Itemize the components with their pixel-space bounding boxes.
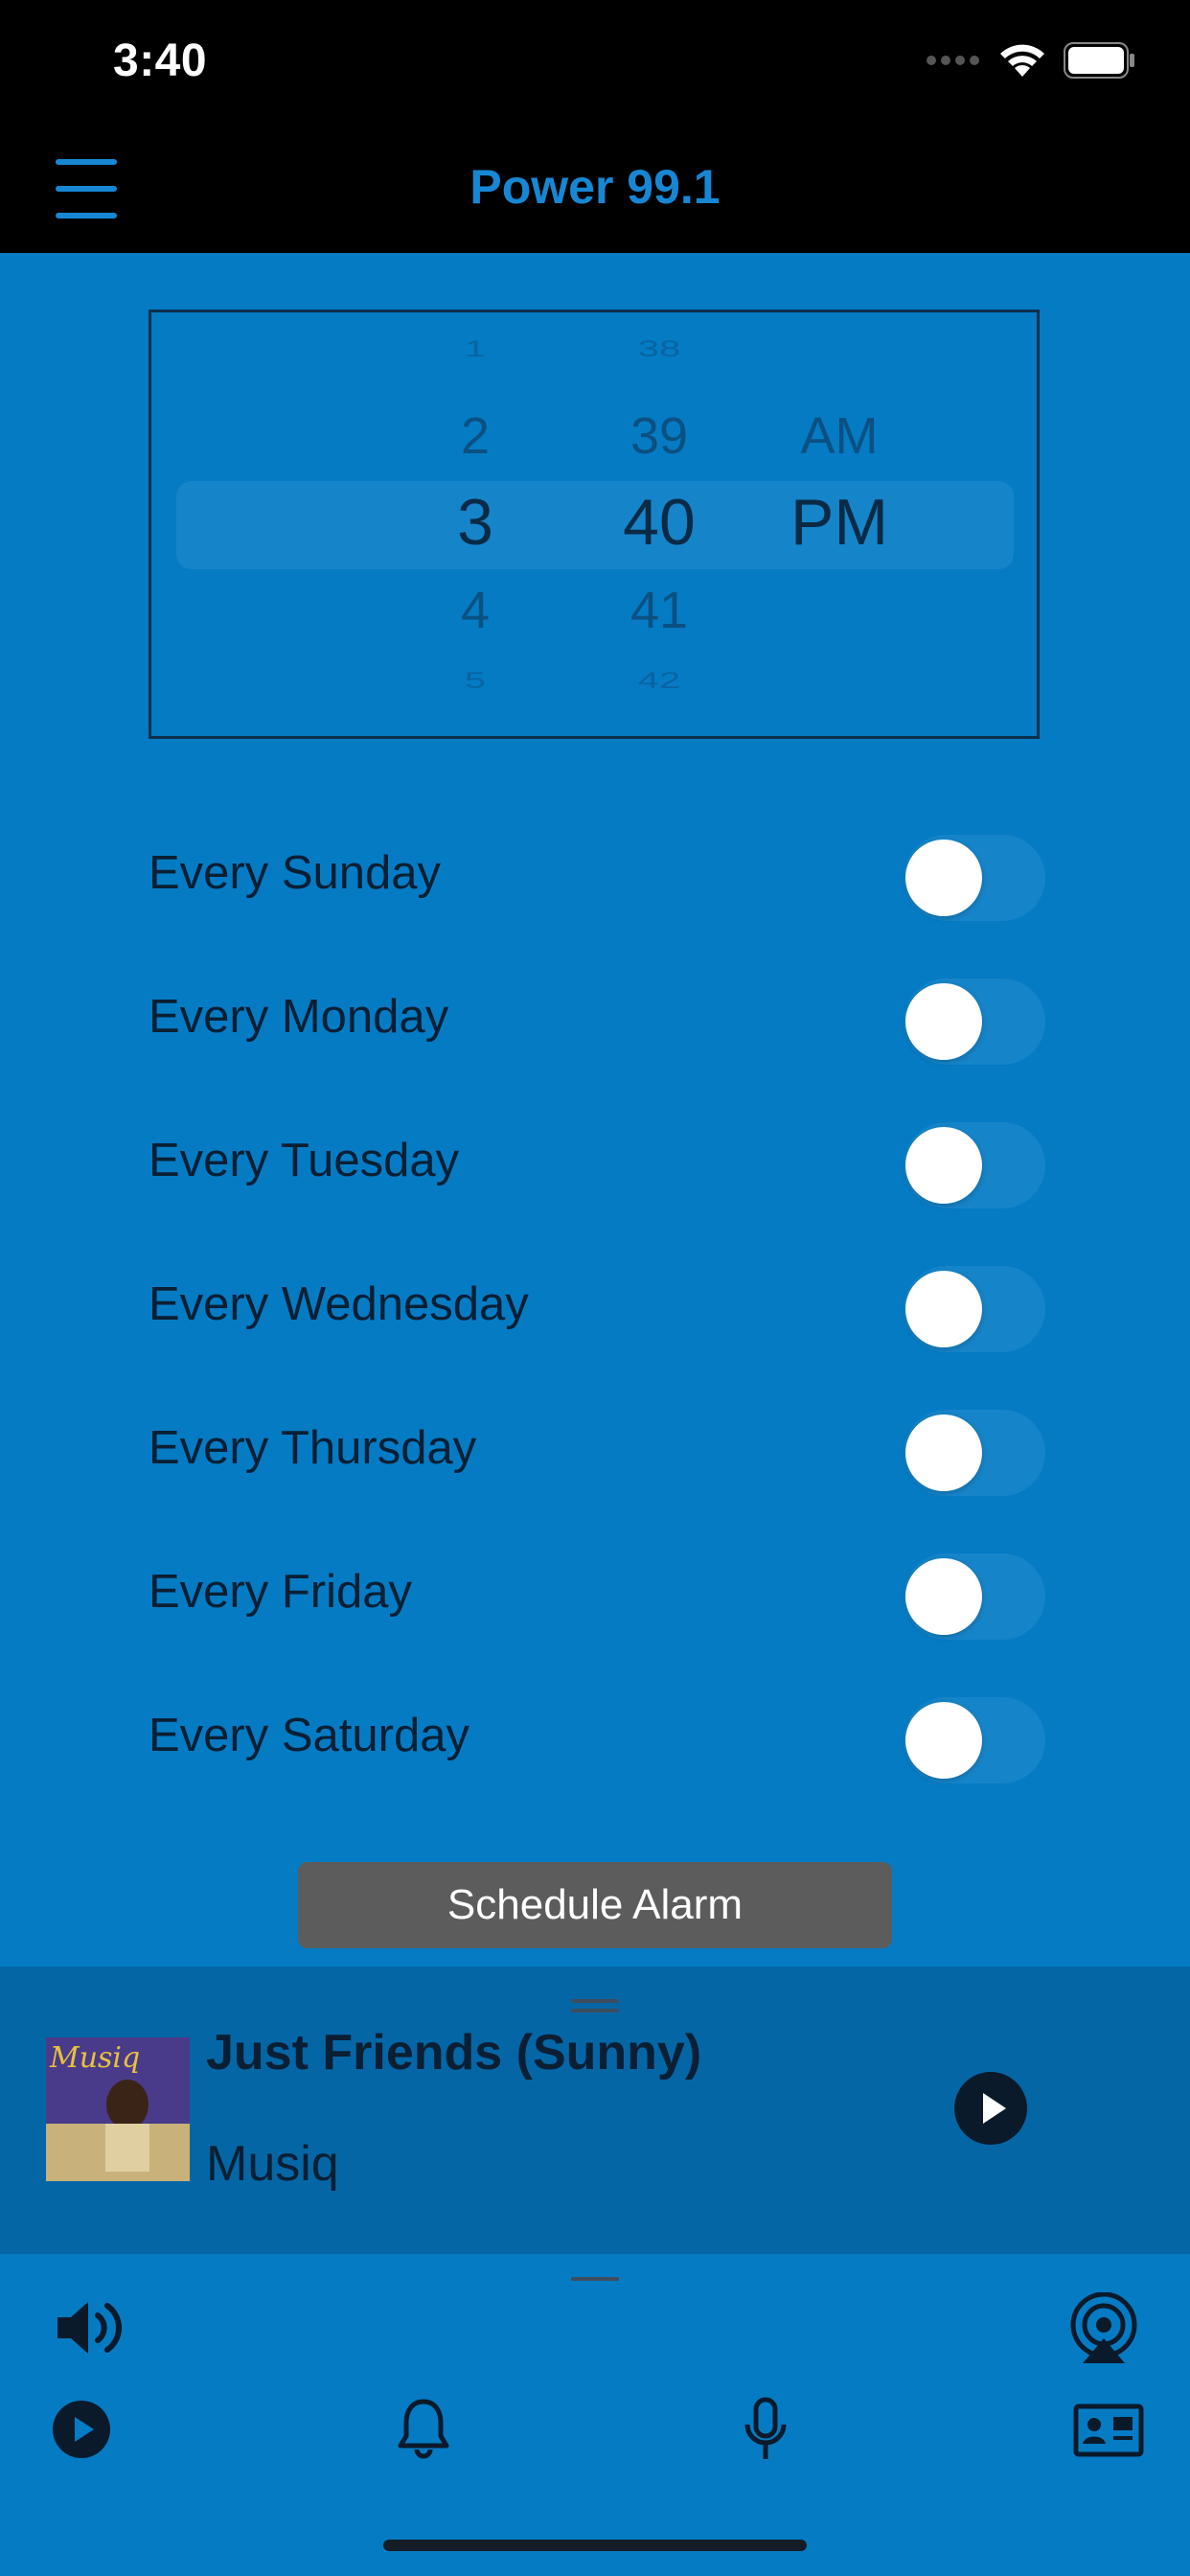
drag-handle-line — [571, 2009, 619, 2012]
repeat-row-saturday: Every Saturday — [149, 1684, 1049, 1783]
day-label: Every Monday — [149, 991, 449, 1043]
friday-toggle[interactable] — [904, 1553, 1045, 1640]
period-wheel[interactable]: AM PM — [763, 312, 916, 736]
status-bar: 3:40 — [0, 0, 1190, 134]
sunday-toggle[interactable] — [904, 835, 1045, 921]
toggle-knob — [905, 1558, 982, 1635]
wifi-icon — [1000, 44, 1044, 77]
status-icons — [926, 42, 1136, 79]
bottom-controls — [0, 2254, 1190, 2576]
day-label: Every Tuesday — [149, 1135, 460, 1186]
home-indicator[interactable] — [383, 2540, 807, 2551]
minute-option[interactable]: 42 — [583, 668, 736, 694]
schedule-alarm-button[interactable]: Schedule Alarm — [298, 1862, 892, 1948]
period-option[interactable]: AM — [763, 406, 916, 466]
repeat-row-sunday: Every Sunday — [149, 821, 1049, 921]
volume-icon — [57, 2302, 122, 2354]
day-label: Every Thursday — [149, 1422, 477, 1474]
minute-selected[interactable]: 40 — [583, 485, 736, 560]
hour-option[interactable]: 2 — [399, 406, 552, 466]
hour-option[interactable]: 5 — [399, 668, 552, 694]
repeat-row-wednesday: Every Wednesday — [149, 1253, 1049, 1352]
now-playing-bar[interactable]: Musiq Just Friends (Sunny) Musiq — [0, 1966, 1190, 2254]
saturday-toggle[interactable] — [904, 1697, 1045, 1783]
minute-wheel[interactable]: 38 39 40 41 42 — [583, 312, 736, 736]
album-art-text: Musiq — [50, 2041, 141, 2075]
repeat-row-friday: Every Friday — [149, 1540, 1049, 1640]
minute-option[interactable]: 39 — [583, 406, 736, 466]
station-title: Power 99.1 — [469, 160, 721, 214]
album-art: Musiq — [46, 2037, 190, 2181]
hour-wheel[interactable]: 1 2 3 4 5 — [399, 312, 552, 736]
toggle-knob — [905, 1702, 982, 1779]
toggle-knob — [905, 840, 982, 916]
signal-icon — [927, 56, 979, 65]
track-title: Just Friends (Sunny) — [206, 2025, 702, 2081]
day-label: Every Friday — [149, 1566, 413, 1618]
play-tab[interactable] — [52, 2400, 111, 2464]
wednesday-toggle[interactable] — [904, 1266, 1045, 1352]
hour-option[interactable]: 4 — [399, 581, 552, 640]
toggle-knob — [905, 983, 982, 1060]
microphone-tab[interactable] — [742, 2396, 790, 2468]
volume-button[interactable] — [54, 2294, 125, 2366]
day-label: Every Wednesday — [149, 1278, 529, 1330]
toggle-knob — [905, 1127, 982, 1204]
alarm-tab[interactable] — [397, 2398, 450, 2464]
contact-card-icon — [1073, 2404, 1144, 2457]
nav-bar: Power 99.1 — [0, 134, 1190, 253]
play-icon — [983, 2093, 1006, 2124]
repeat-row-tuesday: Every Tuesday — [149, 1109, 1049, 1208]
hour-option[interactable]: 1 — [399, 336, 552, 362]
day-label: Every Saturday — [149, 1710, 469, 1761]
thursday-toggle[interactable] — [904, 1410, 1045, 1496]
controls-handle[interactable] — [571, 2277, 619, 2281]
time-picker[interactable]: 1 2 3 4 5 38 39 40 41 42 AM PM — [149, 310, 1040, 739]
minute-option[interactable]: 41 — [583, 581, 736, 640]
toggle-knob — [905, 1414, 982, 1491]
minute-option[interactable]: 38 — [583, 336, 736, 362]
drag-handle[interactable] — [571, 1999, 619, 2003]
status-time: 3:40 — [113, 35, 208, 86]
battery-icon — [1064, 42, 1134, 79]
toggle-knob — [905, 1271, 982, 1347]
day-label: Every Sunday — [149, 847, 442, 899]
monday-toggle[interactable] — [904, 978, 1045, 1065]
airplay-button[interactable] — [1067, 2291, 1140, 2368]
airplay-icon — [1070, 2291, 1137, 2363]
repeat-row-thursday: Every Thursday — [149, 1396, 1049, 1496]
repeat-row-monday: Every Monday — [149, 965, 1049, 1065]
mini-player-play-button[interactable] — [954, 2072, 1027, 2145]
play-icon — [53, 2401, 110, 2458]
tuesday-toggle[interactable] — [904, 1122, 1045, 1208]
contact-tab[interactable] — [1073, 2404, 1144, 2462]
artist-name: Musiq — [206, 2136, 339, 2192]
period-selected[interactable]: PM — [763, 485, 916, 560]
microphone-icon — [744, 2397, 787, 2459]
bell-icon — [398, 2399, 449, 2459]
hour-selected[interactable]: 3 — [399, 485, 552, 560]
